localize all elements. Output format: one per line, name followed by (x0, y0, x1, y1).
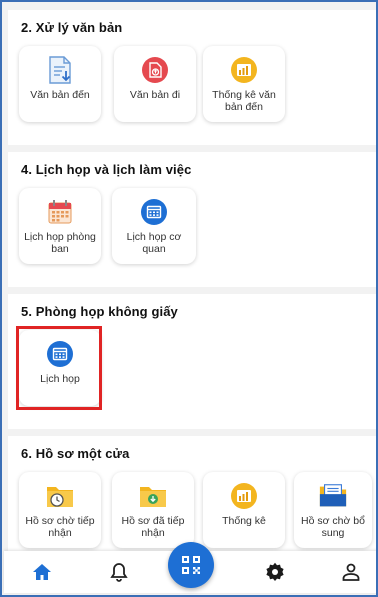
statistics-chart-icon (229, 482, 259, 510)
tile-label: Hồ sơ đã tiếp nhận (121, 515, 185, 539)
tile-records-pending-supplement[interactable]: Hồ sơ chờ bổ sung (294, 472, 372, 548)
home-icon[interactable] (31, 561, 53, 583)
section-title: 4. Lịch họp và lịch làm việc (21, 162, 192, 177)
tile-label: Thống kê (222, 515, 266, 527)
section-title: 2. Xử lý văn bản (21, 20, 123, 35)
tile-statistics[interactable]: Thống kê (203, 472, 285, 548)
tile-label: Văn bản đến (30, 89, 90, 101)
qr-scan-button[interactable] (168, 542, 214, 588)
tile-label: Hồ sơ chờ bổ sung (301, 515, 365, 539)
qr-code-icon (181, 555, 201, 575)
section-title: 6. Hồ sơ một cửa (21, 446, 130, 461)
folder-clock-icon (45, 482, 75, 510)
user-icon[interactable] (340, 561, 362, 583)
section-meeting-schedules: 4. Lịch họp và lịch làm việc Lịch họp ph… (8, 152, 376, 287)
tile-agency-meetings[interactable]: Lịch họp cơ quan (112, 188, 196, 264)
incoming-document-icon (45, 56, 75, 84)
tile-label: Thống kê văn bản đến (212, 89, 276, 113)
tile-label: Văn bản đi (129, 89, 181, 101)
app-frame: 2. Xử lý văn bản Văn bản đến Văn bản đi … (0, 0, 378, 597)
tile-label: Hồ sơ chờ tiếp nhận (25, 515, 95, 539)
section-paperless-meeting-room: 5. Phòng họp không giấy Lịch họp (8, 294, 376, 429)
section-title: 5. Phòng họp không giấy (21, 304, 178, 319)
calendar-circle-icon (139, 198, 169, 226)
tile-label: Lịch họp cơ quan (126, 231, 182, 255)
tile-department-meetings[interactable]: Lịch họp phòng ban (19, 188, 101, 264)
tile-outgoing-documents[interactable]: Văn bản đi (114, 46, 196, 122)
bell-icon[interactable] (108, 561, 130, 583)
calendar-icon (45, 198, 75, 226)
section-document-processing: 2. Xử lý văn bản Văn bản đến Văn bản đi … (8, 10, 376, 145)
statistics-chart-icon (229, 56, 259, 84)
tile-incoming-documents[interactable]: Văn bản đến (19, 46, 101, 122)
tile-label: Lịch họp (40, 373, 80, 385)
tile-records-received[interactable]: Hồ sơ đã tiếp nhận (112, 472, 194, 548)
tile-label: Lịch họp phòng ban (24, 231, 96, 255)
outgoing-document-icon (140, 56, 170, 84)
folder-download-icon (138, 482, 168, 510)
tile-incoming-statistics[interactable]: Thống kê văn bản đến (203, 46, 285, 122)
calendar-circle-icon (45, 340, 75, 368)
tile-records-pending-receipt[interactable]: Hồ sơ chờ tiếp nhận (19, 472, 101, 548)
tile-meeting-schedule[interactable]: Lịch họp (19, 330, 101, 406)
gear-icon[interactable] (264, 561, 286, 583)
folder-documents-icon (318, 482, 348, 510)
